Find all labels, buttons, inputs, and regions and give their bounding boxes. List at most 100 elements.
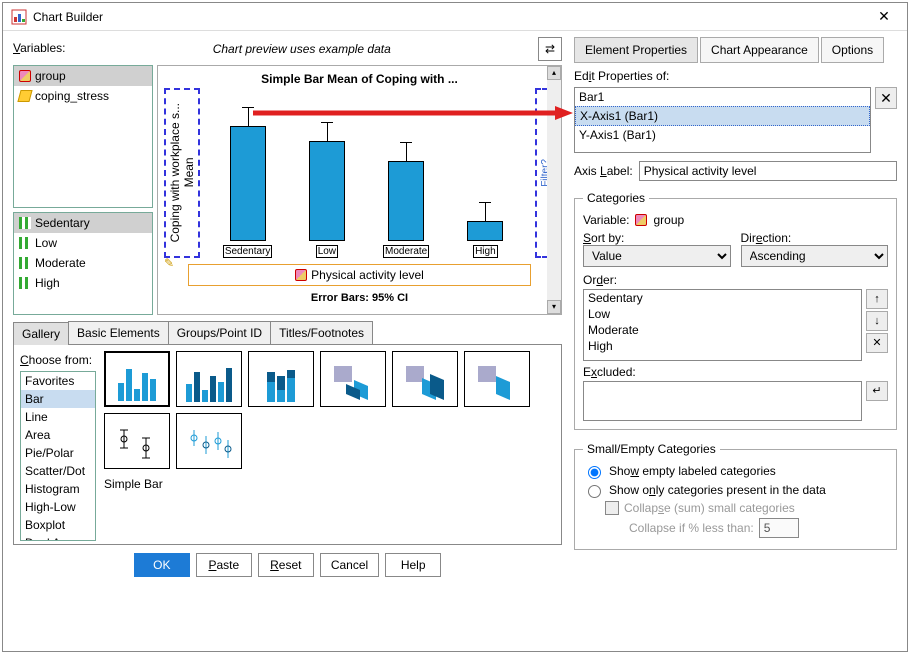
tab-titles-footnotes[interactable]: Titles/Footnotes [270,321,373,344]
move-up-icon[interactable]: ↑ [866,289,888,309]
list-item[interactable]: Sedentary [14,213,152,233]
app-icon [11,9,27,25]
list-item[interactable]: Boxplot [21,516,95,534]
list-item[interactable]: Scatter/Dot [21,462,95,480]
list-item[interactable]: Line [21,408,95,426]
x-axis-dropzone[interactable]: Physical activity level [188,264,531,286]
axis-label-input[interactable] [639,161,897,181]
excluded-list[interactable] [583,381,862,421]
categories-fieldset: Categories Variable: group Sort by: Valu… [574,191,897,430]
bar [309,141,345,241]
scrollbar-v[interactable]: ▴ ▾ [547,66,561,314]
categories-list[interactable]: Sedentary Low Moderate High [13,212,153,315]
sortby-label: Sort by: [583,231,731,245]
list-item[interactable]: Low [14,233,152,253]
thumb-error-bar-2[interactable] [176,413,242,469]
list-item[interactable]: High-Low [21,498,95,516]
edit-properties-label: Edit Properties of: [574,69,897,83]
list-item[interactable]: High [14,273,152,293]
axis-label-label: Axis Label: [574,164,633,178]
thumb-simple-bar[interactable] [104,351,170,407]
bar [230,126,266,241]
reset-button[interactable]: Reset [258,553,314,577]
collapse-pct-input [759,518,799,538]
list-item[interactable]: Low [584,306,861,322]
nominal-icon [295,269,307,281]
ok-button[interactable]: OK [134,553,190,577]
thumb-3d-bar-1[interactable] [320,351,386,407]
variables-list[interactable]: group coping_stress [13,65,153,208]
tab-options[interactable]: Options [821,37,884,63]
titlebar: Chart Builder ✕ [3,3,907,31]
delete-icon[interactable]: ✕ [875,87,897,109]
list-item[interactable]: Sedentary [584,290,861,306]
chart-type-list[interactable]: Favorites Bar Line Area Pie/Polar Scatte… [20,371,96,541]
tab-gallery[interactable]: Gallery [13,322,69,345]
list-item[interactable]: Moderate [14,253,152,273]
grid-icon [19,217,31,229]
tab-element-properties[interactable]: Element Properties [574,37,698,63]
y-axis-dropzone[interactable]: Coping with workplace s...Mean [164,88,200,258]
list-item[interactable]: group [14,66,152,86]
list-item[interactable]: Dual Axes [21,534,95,541]
list-item[interactable]: coping_stress [14,86,152,106]
window-title: Chart Builder [33,10,869,24]
excluded-label: Excluded: [583,365,888,379]
include-icon[interactable]: ↵ [866,381,888,401]
list-item[interactable]: Histogram [21,480,95,498]
tab-groups-point-id[interactable]: Groups/Point ID [168,321,271,344]
paste-button[interactable]: Paste [196,553,252,577]
radio-show-only-label: Show only categories present in the data [609,483,826,497]
list-item[interactable]: Y-Axis1 (Bar1) [575,126,870,144]
list-item[interactable]: High [584,338,861,354]
list-item[interactable]: X-Axis1 (Bar1) [575,106,870,126]
collapse-checkbox [605,501,619,515]
thumb-stacked-bar[interactable] [248,351,314,407]
scroll-down-icon[interactable]: ▾ [547,300,561,314]
list-item[interactable]: Bar [21,390,95,408]
variables-label: Variables: [13,41,65,55]
thumb-3d-bar-2[interactable] [392,351,458,407]
arrow-icon [253,105,573,121]
thumb-3d-bar-3[interactable] [464,351,530,407]
list-item[interactable]: Bar1 [575,88,870,106]
grid-icon [19,277,31,289]
radio-show-only[interactable] [588,485,601,498]
error-bars-note: Error Bars: 95% CI [158,292,561,304]
choose-from-label: Choose from: [20,353,96,367]
list-item[interactable]: Pie/Polar [21,444,95,462]
radio-show-empty-label: Show empty labeled categories [609,464,776,478]
collapse-label: Collapse (sum) small categories [624,501,795,515]
variable-label: Variable: [583,213,629,227]
small-empty-legend: Small/Empty Categories [583,442,720,456]
pencil-icon: ✎ [164,256,174,270]
move-down-icon[interactable]: ↓ [866,311,888,331]
radio-show-empty[interactable] [588,466,601,479]
cancel-button[interactable]: Cancel [320,553,379,577]
chart-preview[interactable]: Simple Bar Mean of Coping with ... Copin… [157,65,562,315]
thumb-error-bar-1[interactable] [104,413,170,469]
direction-select[interactable]: Ascending [741,245,889,267]
small-empty-fieldset: Small/Empty Categories Show empty labele… [574,442,897,550]
exclude-icon[interactable]: ✕ [866,333,888,353]
list-item[interactable]: Moderate [584,322,861,338]
list-item[interactable]: Area [21,426,95,444]
grid-icon [19,257,31,269]
close-button[interactable]: ✕ [869,8,899,25]
collapse-pct-label: Collapse if % less than: [629,521,754,535]
tab-chart-appearance[interactable]: Chart Appearance [700,37,819,63]
order-label: Order: [583,273,888,287]
help-button[interactable]: Help [385,553,441,577]
preview-label: Chart preview uses example data [73,42,530,56]
thumb-clustered-bar[interactable] [176,351,242,407]
properties-list[interactable]: Bar1 X-Axis1 (Bar1) Y-Axis1 (Bar1) [574,87,871,153]
tab-basic-elements[interactable]: Basic Elements [68,321,169,344]
gallery-tabs: Gallery Basic Elements Groups/Point ID T… [13,321,562,345]
chart-builder-window: Chart Builder ✕ Variables: Chart preview… [2,2,908,652]
scroll-up-icon[interactable]: ▴ [547,66,561,80]
swap-icon[interactable]: ⇄ [538,37,562,61]
list-item[interactable]: Favorites [21,372,95,390]
order-list[interactable]: Sedentary Low Moderate High [583,289,862,361]
direction-label: Direction: [741,231,889,245]
sortby-select[interactable]: Value [583,245,731,267]
